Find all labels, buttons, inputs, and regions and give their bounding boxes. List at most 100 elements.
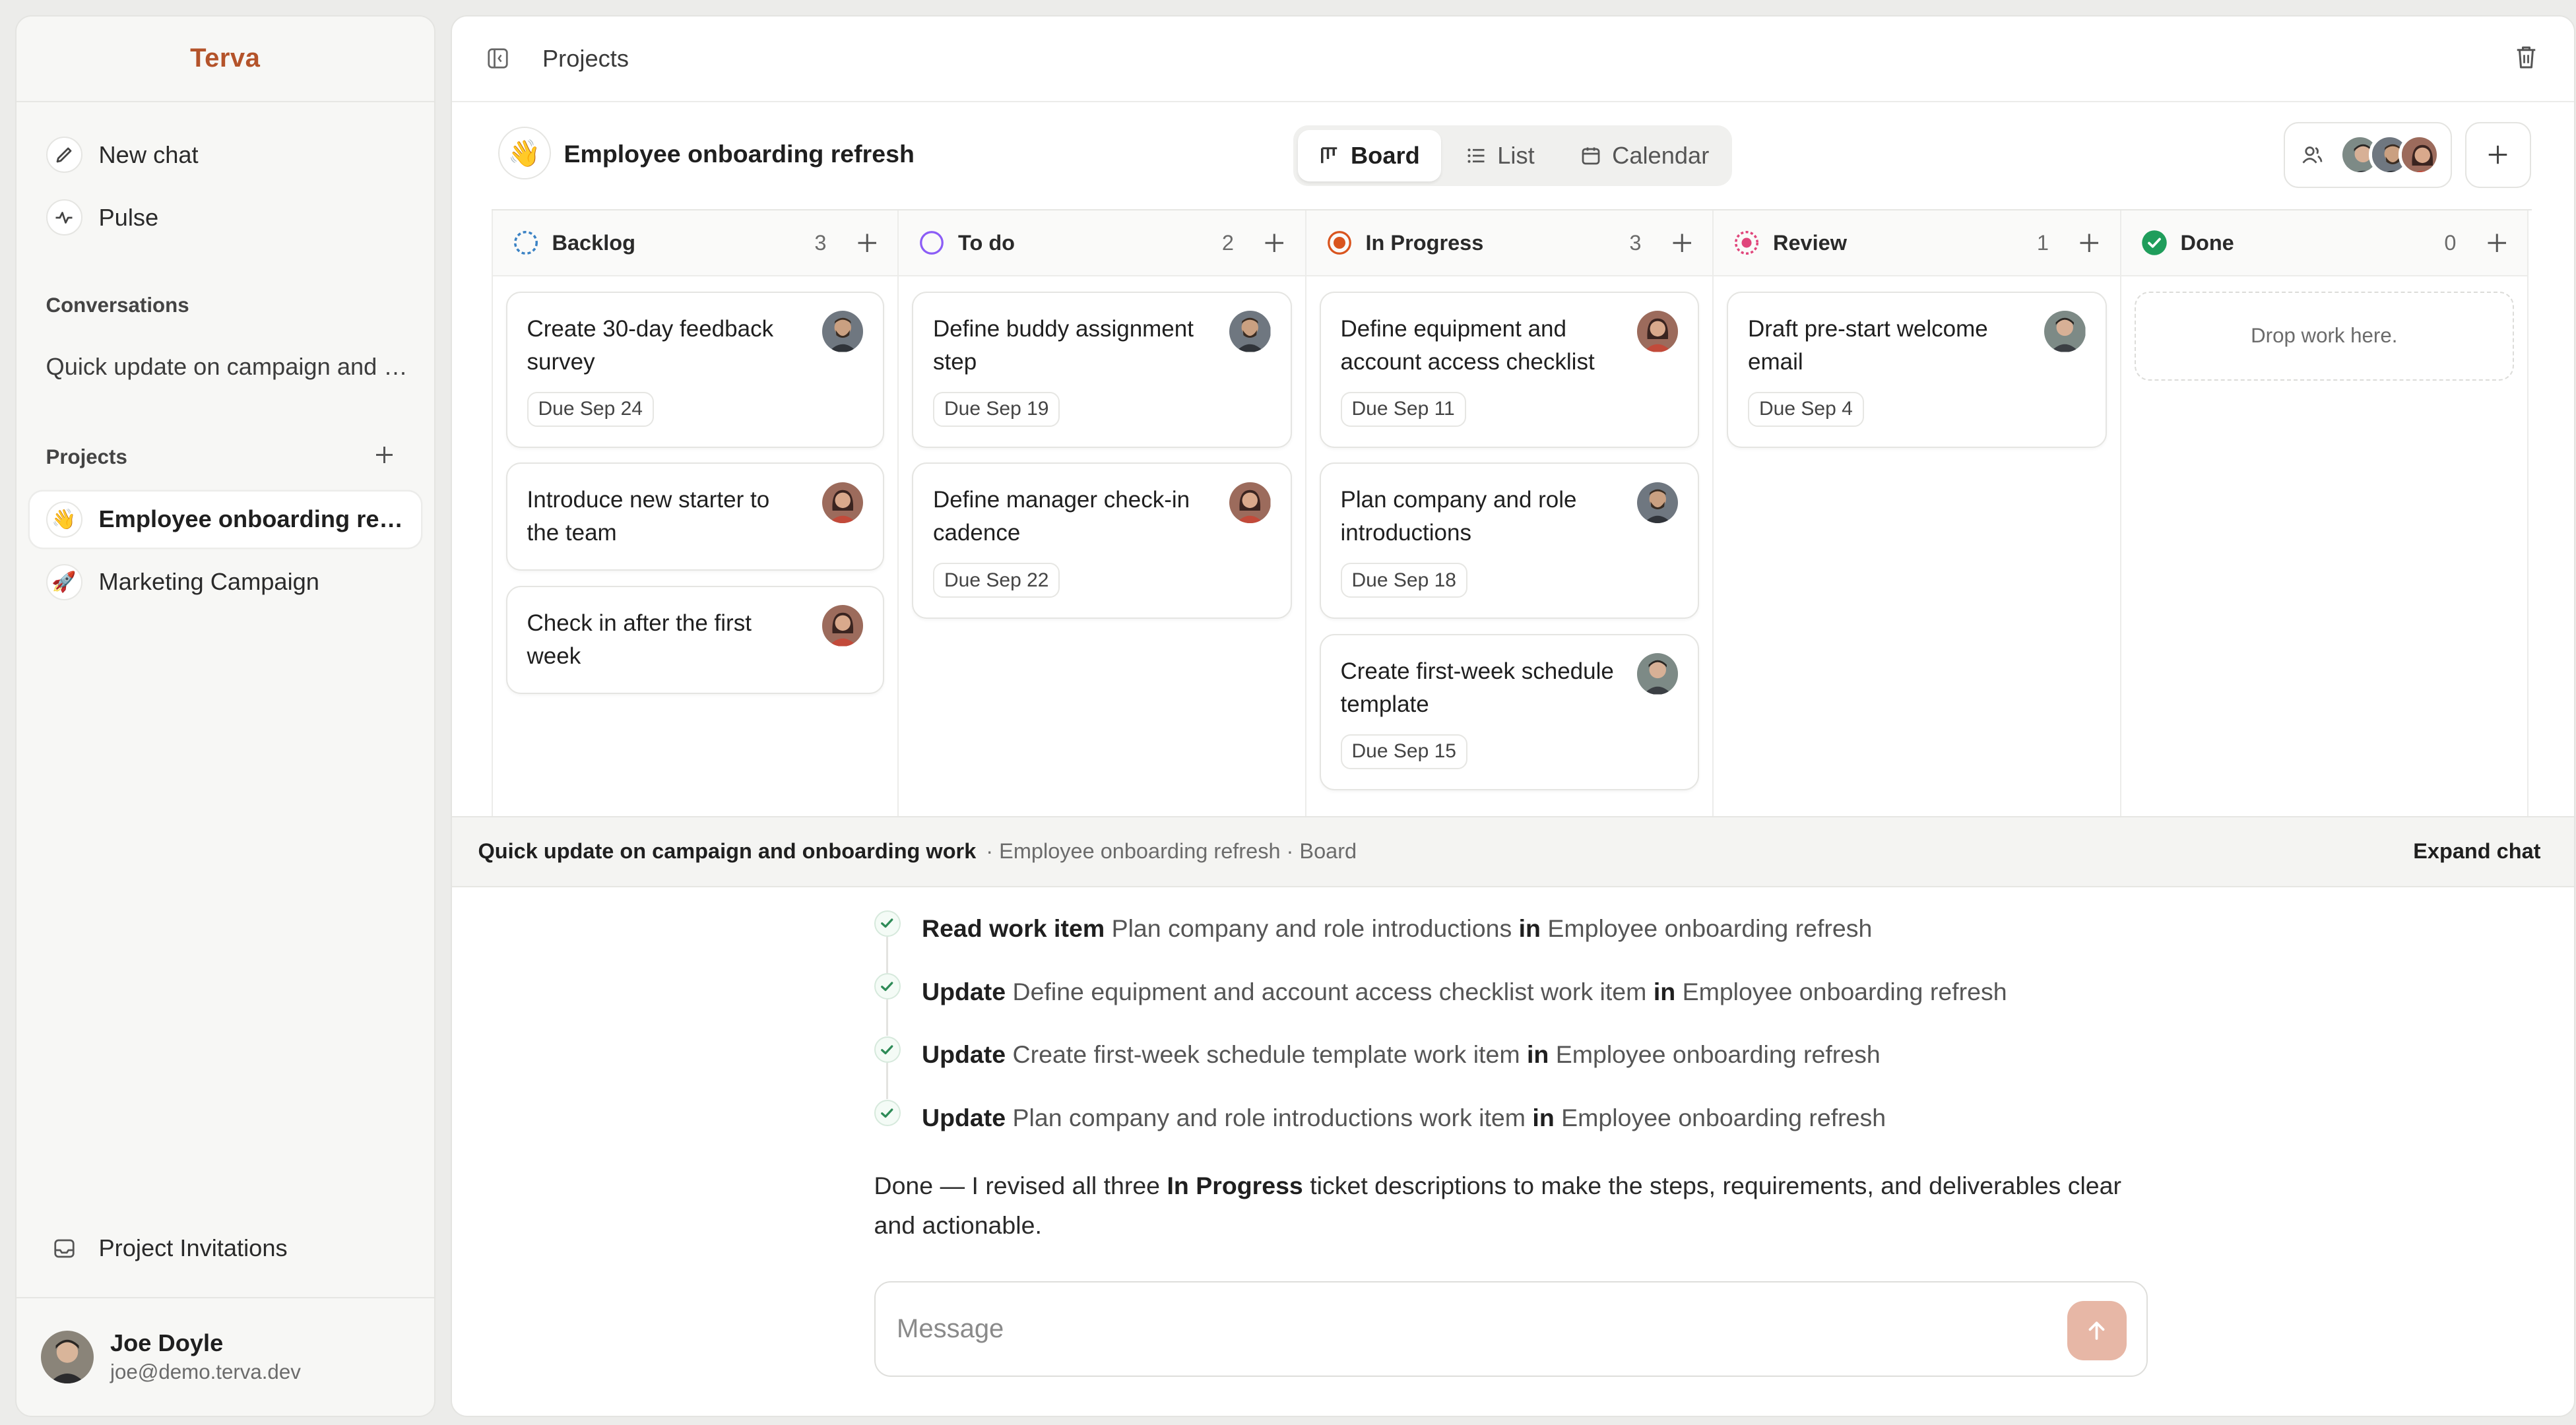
card-title: Introduce new starter to the team (527, 487, 770, 546)
sidebar-project-employee-onboarding[interactable]: 👋 Employee onboarding refresh (29, 491, 421, 548)
column-header: To do 2 (899, 210, 1305, 276)
work-item-card[interactable]: Create 30-day feedback survey Due Sep 24 (505, 291, 884, 448)
assistant-reply: Done — I revised all three In Progress t… (874, 1166, 2128, 1245)
work-item-card[interactable]: Define manager check-in cadence Due Sep 2… (912, 462, 1292, 619)
step-target: Create first-week schedule template work… (1012, 1040, 1520, 1069)
step-action: Update (922, 1104, 1006, 1132)
review-status-icon (1733, 230, 1760, 256)
assignee-avatar (1636, 482, 1678, 523)
work-item-card[interactable]: Create first-week schedule template Due S… (1319, 633, 1699, 790)
brand-logo[interactable]: Terva (16, 16, 434, 102)
sidebar: Terva New chat Pulse Conversations Quick… (15, 15, 435, 1417)
project-invitations-button[interactable]: Project Invitations (30, 1220, 422, 1277)
calendar-icon (1581, 146, 1601, 166)
tool-step: Update Plan company and role introductio… (874, 1087, 2128, 1150)
pulse-label: Pulse (98, 203, 159, 231)
column-count: 3 (814, 230, 827, 255)
tab-calendar[interactable]: Calendar (1559, 130, 1731, 181)
step-project: Employee onboarding refresh (1561, 1104, 1886, 1132)
add-card-icon[interactable] (2078, 232, 2100, 254)
due-date-badge: Due Sep 11 (1340, 391, 1466, 427)
sidebar-toggle-icon[interactable] (486, 47, 509, 70)
step-target: Define equipment and account access chec… (1012, 977, 1647, 1005)
users-icon (2302, 144, 2323, 166)
projects-heading: Projects (46, 445, 127, 468)
add-button[interactable] (2464, 121, 2531, 188)
assignee-avatar (2044, 311, 2086, 352)
work-item-card[interactable]: Introduce new starter to the team (505, 462, 884, 571)
user-name: Joe Doyle (110, 1329, 224, 1356)
message-input[interactable] (897, 1314, 2146, 1344)
step-connector: in (1532, 1104, 1555, 1132)
board-column: Review 1 Draft pre-start welcome email Due … (1714, 210, 2121, 816)
card-title: Define manager check-in cadence (933, 487, 1190, 546)
new-chat-button[interactable]: New chat (30, 127, 422, 183)
tab-list[interactable]: List (1444, 130, 1556, 181)
work-item-card[interactable]: Check in after the first week (505, 585, 884, 694)
step-target: Plan company and role introductions (1111, 914, 1512, 942)
column-title: Done (2180, 230, 2234, 255)
backlog-status-icon (513, 230, 539, 256)
send-button[interactable] (2067, 1300, 2127, 1360)
pulse-button[interactable]: Pulse (30, 189, 422, 245)
add-card-icon[interactable] (2486, 232, 2508, 254)
reply-emphasis: In Progress (1167, 1172, 1303, 1199)
tab-label: List (1497, 141, 1535, 169)
topbar: Projects (451, 16, 2574, 102)
inbox-icon (46, 1237, 82, 1260)
step-target: Plan company and role introductions work… (1012, 1104, 1526, 1132)
step-action: Read work item (922, 914, 1105, 942)
add-card-icon[interactable] (1671, 232, 1693, 254)
message-composer (874, 1281, 2148, 1377)
step-project: Employee onboarding refresh (1547, 914, 1873, 942)
rocket-emoji-icon: 🚀 (46, 563, 82, 600)
conversation-item[interactable]: Quick update on campaign and onboarding … (46, 353, 412, 381)
card-list: Draft pre-start welcome email Due Sep 4 (1714, 276, 2120, 462)
assignee-avatar (1636, 311, 1678, 352)
board-column: In Progress 3 Define equipment and account… (1306, 210, 1714, 816)
project-header: 👋 Employee onboarding refresh Board List… (452, 121, 2574, 205)
add-card-icon[interactable] (1264, 232, 1285, 254)
members-button[interactable] (2283, 121, 2452, 188)
tool-steps-list: Read work item Plan company and role int… (874, 897, 2128, 1150)
column-title: In Progress (1365, 230, 1484, 255)
project-name: Employee onboarding refresh (564, 140, 915, 168)
drop-zone[interactable]: Drop work here. (2134, 291, 2514, 381)
work-item-card[interactable]: Define equipment and account access chec… (1319, 291, 1699, 448)
column-header: Backlog 3 (492, 210, 897, 276)
board-column: Done 0 Drop work here. (2121, 210, 2528, 816)
work-item-card[interactable]: Draft pre-start welcome email Due Sep 4 (1727, 291, 2107, 448)
check-icon (874, 1099, 901, 1126)
add-card-icon[interactable] (856, 232, 878, 254)
column-header: In Progress 3 (1306, 210, 1712, 276)
pencil-icon (46, 137, 82, 173)
chat-title: Quick update on campaign and onboarding … (478, 839, 977, 864)
tab-board[interactable]: Board (1298, 130, 1442, 181)
add-project-icon[interactable] (373, 443, 396, 466)
work-item-card[interactable]: Plan company and role introductions Due S… (1319, 462, 1699, 619)
arrow-up-icon (2085, 1319, 2108, 1342)
step-action: Update (922, 977, 1006, 1005)
card-title: Plan company and role introductions (1340, 487, 1577, 546)
kanban-board: Backlog 3 Create 30-day feedback survey Due… (491, 209, 2532, 816)
board-column: Backlog 3 Create 30-day feedback survey Due… (491, 210, 899, 816)
project-invitations-label: Project Invitations (98, 1234, 288, 1261)
sidebar-project-marketing-campaign[interactable]: 🚀 Marketing Campaign (30, 554, 422, 610)
due-date-badge: Due Sep 18 (1340, 563, 1467, 598)
todo-status-icon (918, 230, 945, 256)
column-count: 3 (1629, 230, 1642, 255)
user-profile[interactable]: Joe Doyle joe@demo.terva.dev (16, 1296, 434, 1416)
due-date-badge: Due Sep 24 (527, 391, 654, 427)
work-item-card[interactable]: Define buddy assignment step Due Sep 19 (912, 291, 1292, 448)
due-date-badge: Due Sep 19 (933, 391, 1060, 427)
card-list: Define equipment and account access chec… (1306, 276, 1713, 805)
in-progress-status-icon (1326, 230, 1353, 256)
card-title: Check in after the first week (527, 610, 752, 669)
trash-icon[interactable] (2515, 44, 2538, 71)
board-icon (1320, 146, 1339, 166)
check-icon (874, 973, 901, 1000)
expand-chat-button[interactable]: Expand chat (2413, 839, 2540, 864)
column-header: Review 1 (1714, 210, 2120, 276)
project-label: Marketing Campaign (98, 568, 319, 595)
tool-step: Update Define equipment and account acce… (874, 960, 2128, 1036)
